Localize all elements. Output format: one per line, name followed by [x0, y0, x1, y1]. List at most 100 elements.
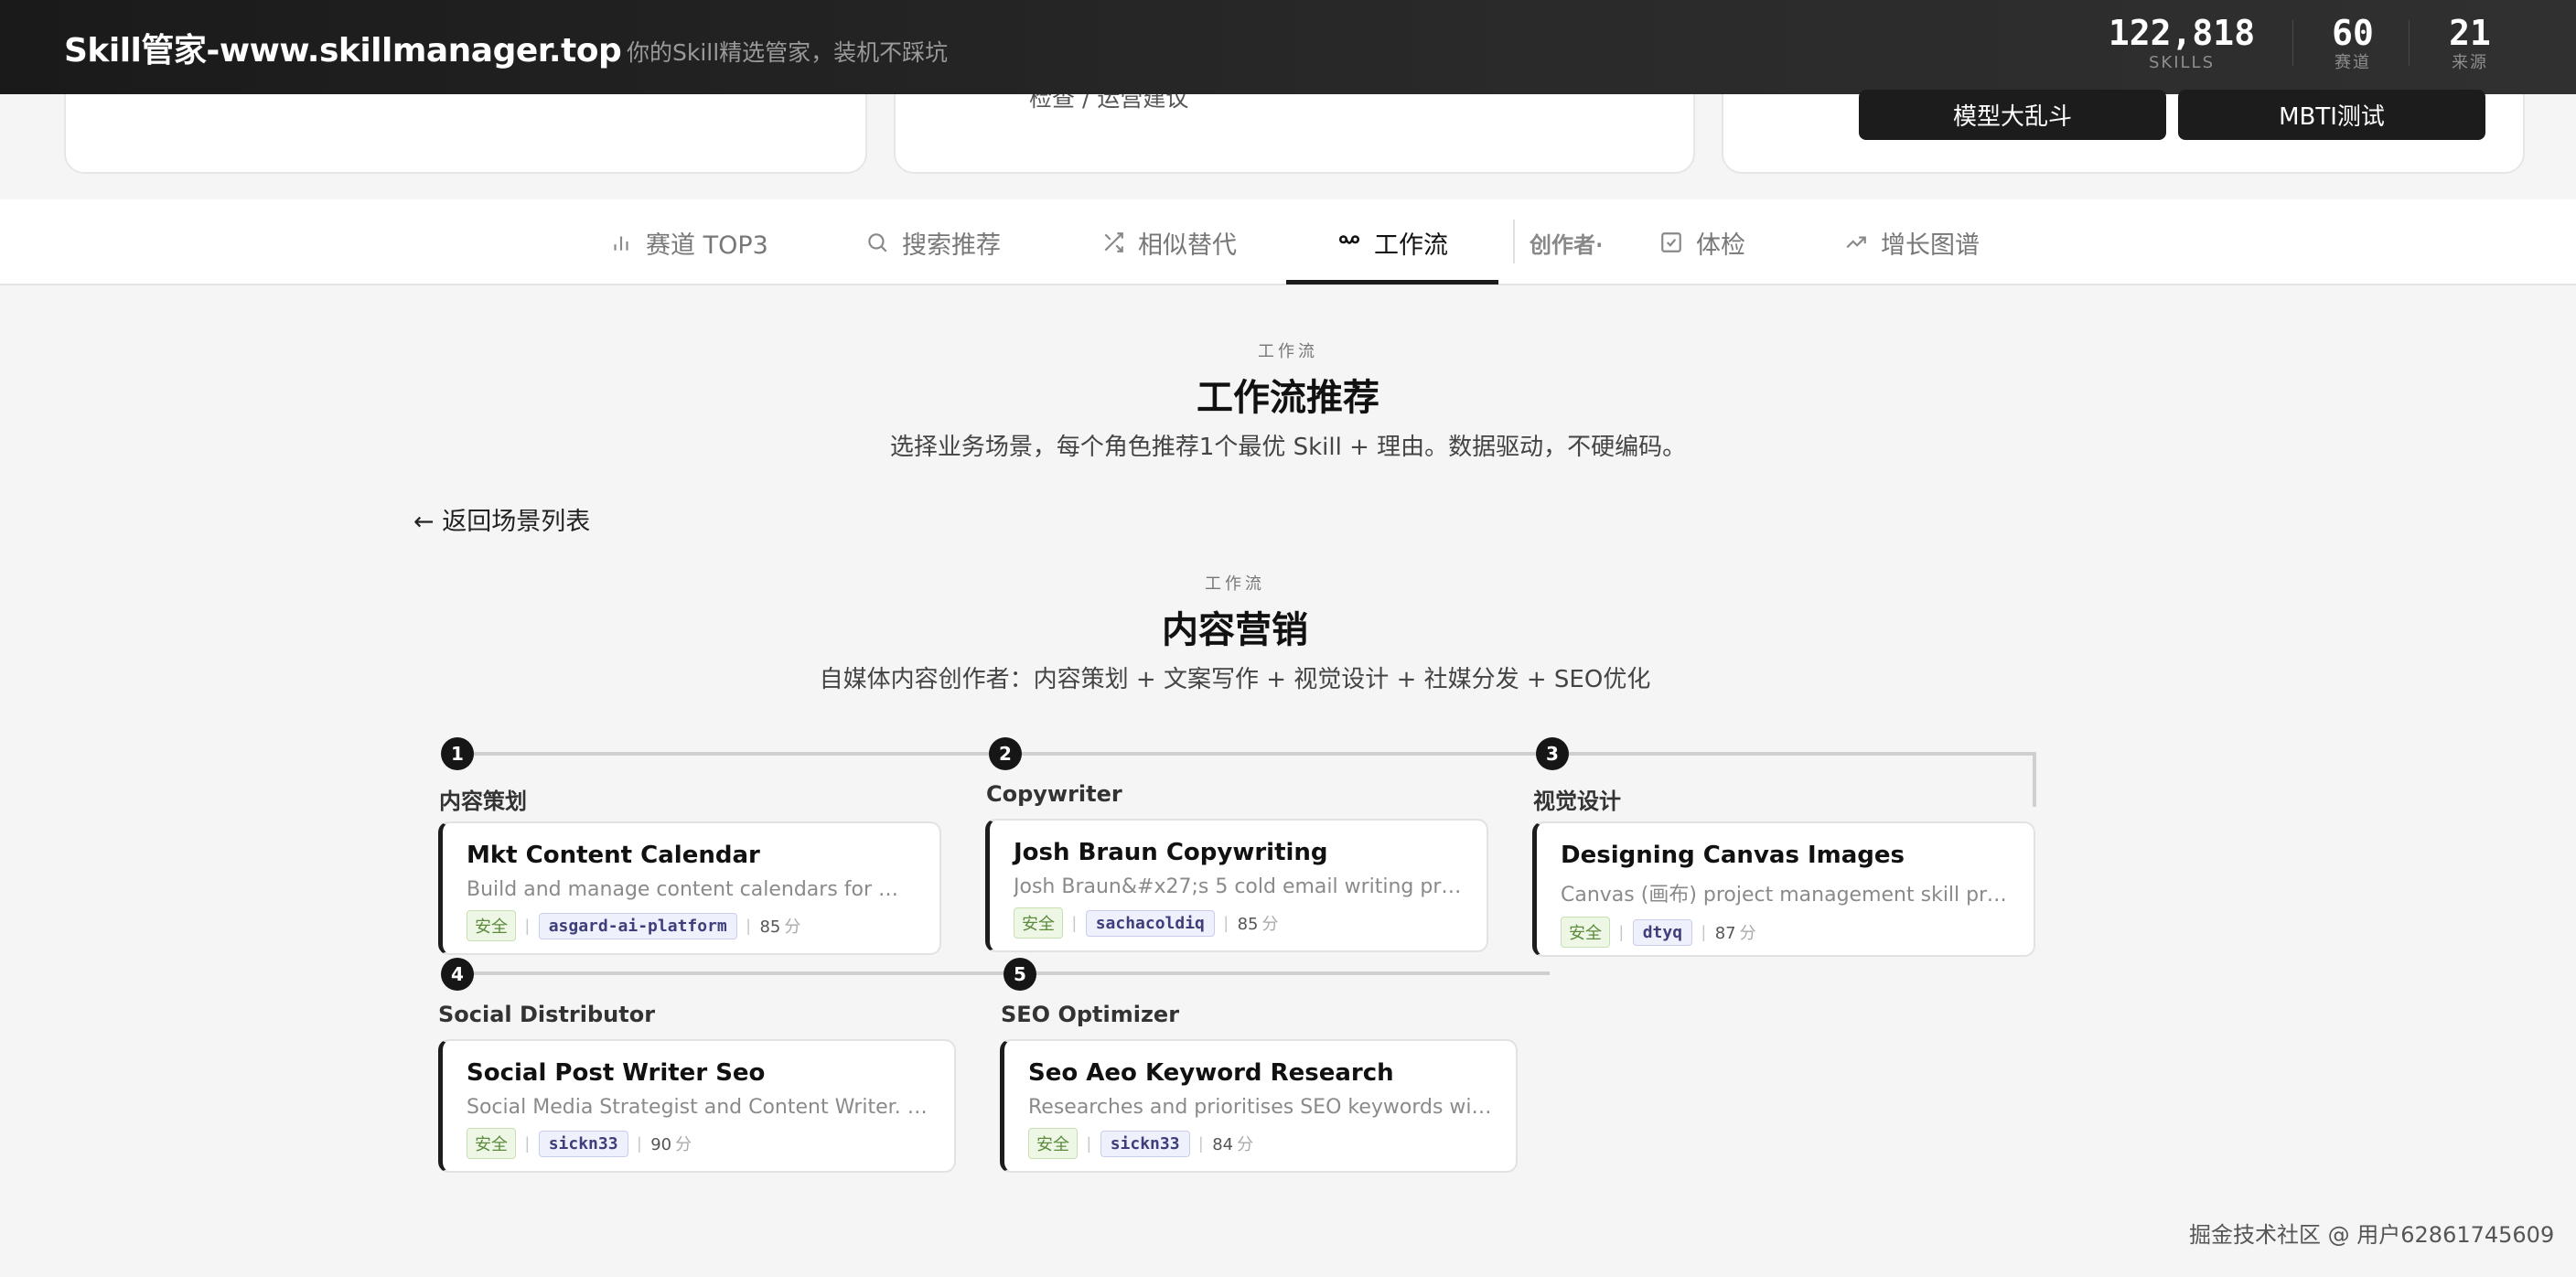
tab-workflow[interactable]: 工作流 [1337, 199, 1448, 285]
tab-track-top3[interactable]: 赛道 TOP3 [609, 199, 768, 285]
safety-badge: 安全 [467, 1128, 516, 1159]
tab-bar: 赛道 TOP3 搜索推荐 相似替代 工作流 创作者· 体检 增长图谱 [0, 199, 2576, 285]
skill-card[interactable]: Mkt Content Calendar Build and manage co… [438, 821, 941, 955]
tab-growth-chart[interactable]: 增长图谱 [1844, 199, 1980, 285]
skill-card[interactable]: Social Post Writer Seo Social Media Stra… [438, 1039, 956, 1173]
score-unit: 分 [1261, 915, 1279, 934]
scenario-subtitle: 自媒体内容创作者：内容策划 + 文案写作 + 视觉设计 + 社媒分发 + SEO… [819, 666, 1651, 693]
skill-meta: 安全 | sachacoldiq | 85 分 [1014, 907, 1463, 939]
source-badge[interactable]: asgard-ai-platform [538, 912, 737, 939]
skill-meta: 安全 | sickn33 | 90 分 [467, 1128, 930, 1159]
stat-divider [2292, 20, 2293, 66]
tab-search-recommend[interactable]: 搜索推荐 [865, 199, 1001, 285]
skill-title: Josh Braun Copywriting [1014, 839, 1328, 866]
score-value: 85 [759, 918, 781, 937]
meta-divider: | [1072, 913, 1077, 932]
bar-chart-icon [614, 236, 628, 251]
skill-title: Designing Canvas Images [1561, 842, 1905, 869]
active-tab-indicator [1286, 280, 1498, 284]
skill-score: 85 分 [1238, 911, 1279, 935]
meta-divider: | [525, 916, 530, 935]
score-value: 85 [1237, 915, 1259, 934]
stat-tracks-label: 赛道 [2334, 53, 2371, 72]
tab-label: 增长图谱 [1881, 231, 1980, 260]
search-icon [868, 233, 887, 252]
score-unit: 分 [1237, 1135, 1254, 1154]
tab-label: 搜索推荐 [902, 231, 1001, 260]
skill-description: Build and manage content calendars for m… [467, 878, 916, 901]
stat-skills-value: 122,818 [2108, 13, 2256, 53]
skill-description: Josh Braun&#x27;s 5 cold email writing p… [1014, 875, 1463, 898]
checkbox-icon [1661, 232, 1681, 252]
step-role-3: 视觉设计 [1533, 789, 1621, 814]
step-role-1: 内容策划 [439, 789, 527, 814]
step-number-3: 3 [1536, 737, 1569, 770]
skill-card[interactable]: Josh Braun Copywriting Josh Braun&#x27;s… [985, 819, 1488, 952]
brand-tagline: 你的Skill精选管家，装机不踩坑 [627, 39, 949, 66]
meta-divider: | [1223, 913, 1229, 932]
score-value: 90 [650, 1135, 672, 1154]
stat-tracks-value: 60 [2332, 13, 2374, 53]
skill-title: Seo Aeo Keyword Research [1028, 1059, 1394, 1087]
back-to-scenarios-link[interactable]: ← 返回场景列表 [413, 501, 590, 537]
meta-divider: | [1198, 1133, 1204, 1153]
safety-badge: 安全 [1014, 907, 1063, 939]
workflow-icon [1338, 235, 1360, 244]
source-badge[interactable]: sickn33 [538, 1130, 628, 1157]
tab-health-check[interactable]: 体检 [1659, 199, 1745, 285]
score-unit: 分 [675, 1135, 692, 1154]
score-value: 84 [1212, 1135, 1234, 1154]
connector-line [2033, 752, 2036, 807]
stat-sources-value: 21 [2449, 13, 2491, 53]
tab-divider [1513, 220, 1515, 263]
stat-sources: 21 来源 [2431, 13, 2508, 73]
meta-divider: | [746, 916, 751, 935]
score-unit: 分 [1739, 924, 1756, 943]
stat-skills-label: SKILLS [2148, 53, 2216, 72]
source-badge[interactable]: sickn33 [1100, 1130, 1190, 1157]
score-value: 87 [1714, 924, 1736, 943]
step-role-5: SEO Optimizer [1001, 1002, 1180, 1027]
meta-divider: | [637, 1133, 642, 1153]
skill-title: Mkt Content Calendar [467, 842, 760, 869]
tab-label: 赛道 TOP3 [646, 231, 768, 260]
source-badge[interactable]: dtyq [1632, 918, 1693, 946]
section-title: 工作流推荐 [1197, 377, 1379, 419]
step-role-2: Copywriter [986, 781, 1122, 807]
brand-title[interactable]: Skill管家-www.skillmanager.top [64, 24, 622, 71]
source-badge[interactable]: sachacoldiq [1085, 909, 1215, 937]
section-eyebrow: 工作流 [1258, 342, 1318, 361]
skill-card[interactable]: Seo Aeo Keyword Research Researches and … [1000, 1039, 1518, 1173]
tab-label: 体检 [1696, 231, 1745, 260]
tab-similar-alternatives[interactable]: 相似替代 [1101, 199, 1237, 285]
step-number-2: 2 [989, 737, 1022, 770]
skill-score: 90 分 [650, 1132, 692, 1155]
skill-description: Social Media Strategist and Content Writ… [467, 1096, 930, 1119]
skill-description: Researches and prioritises SEO keywords … [1028, 1096, 1492, 1119]
step-number-5: 5 [1004, 958, 1036, 991]
top-header: Skill管家-www.skillmanager.top 你的Skill精选管家… [0, 0, 2576, 94]
meta-divider: | [1087, 1133, 1091, 1153]
skill-score: 85 分 [759, 914, 800, 938]
skill-meta: 安全 | sickn33 | 84 分 [1028, 1128, 1492, 1159]
shuffle-icon [1104, 232, 1123, 252]
safety-badge: 安全 [1028, 1128, 1078, 1159]
tab-creator[interactable]: 创作者· [1530, 199, 1601, 285]
meta-divider: | [525, 1133, 530, 1153]
stat-tracks: 60 赛道 [2314, 13, 2391, 73]
meta-divider: | [1701, 922, 1706, 941]
skill-card[interactable]: Designing Canvas Images Canvas (画布) proj… [1532, 821, 2035, 957]
score-unit: 分 [784, 918, 801, 937]
stat-skills: 122,818 SKILLS [2104, 13, 2259, 73]
step-number-1: 1 [441, 737, 474, 770]
tab-label: 相似替代 [1138, 231, 1237, 260]
mbti-test-button[interactable]: MBTI测试 [2178, 90, 2485, 140]
model-battle-button[interactable]: 模型大乱斗 [1859, 90, 2166, 140]
tab-label: 工作流 [1374, 231, 1448, 260]
skill-description: Canvas (画布) project management skill pro… [1561, 884, 2010, 907]
connector-line [457, 752, 2033, 756]
skill-score: 84 分 [1212, 1132, 1253, 1155]
step-role-4: Social Distributor [438, 1002, 656, 1027]
skill-meta: 安全 | asgard-ai-platform | 85 分 [467, 910, 916, 941]
skill-score: 87 分 [1715, 920, 1756, 944]
